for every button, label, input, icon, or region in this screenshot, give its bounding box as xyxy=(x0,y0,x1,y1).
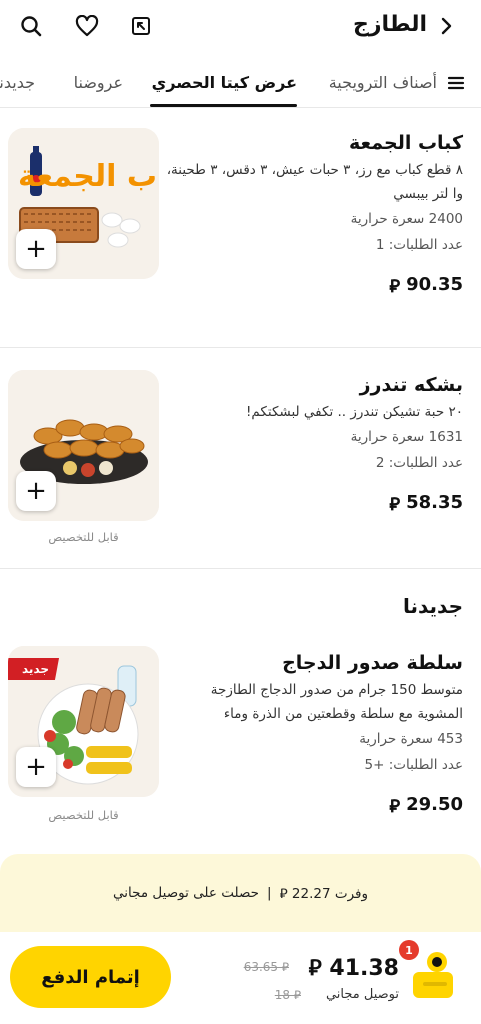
active-tab-indicator xyxy=(150,104,297,107)
item-price: 58.35 ⃁ xyxy=(389,492,463,515)
item-name: كباب الجمعة xyxy=(349,132,463,154)
checkout-bar: إتمام الدفع 41.38 ⃁ 63.65 ⃁ توصيل مجاني … xyxy=(0,932,481,1024)
menu-item[interactable]: سلطة صدور الدجاج متوسط 150 جرام من صدور … xyxy=(0,646,481,846)
customizable-label: قابل للتخصيص xyxy=(48,530,119,544)
tab-new[interactable]: جديدنا xyxy=(0,73,35,92)
divider xyxy=(0,347,481,348)
riyal-icon: ⃁ xyxy=(389,796,401,817)
tab-keeta-exclusive[interactable]: عرض كيتا الحصري xyxy=(152,73,297,92)
item-calories: 453 سعرة حرارية xyxy=(359,731,463,747)
item-description: ٢٠ حبة تشيكن تندرز .. تكفي لبشكتكم! xyxy=(246,404,463,420)
menu-item[interactable]: كباب الجمعة ٨ قطع كباب مع رز، ٣ حبات عيش… xyxy=(0,126,481,348)
add-to-cart-button[interactable]: + xyxy=(16,229,56,269)
riyal-icon: ⃁ xyxy=(389,276,401,297)
menu-icon[interactable] xyxy=(445,72,467,94)
item-price: 29.50 ⃁ xyxy=(389,794,463,817)
item-calories: 2400 سعرة حرارية xyxy=(350,211,463,227)
divider xyxy=(0,568,481,569)
original-total: 63.65 ⃁ xyxy=(243,960,289,974)
add-to-cart-button[interactable]: + xyxy=(16,747,56,787)
search-icon[interactable] xyxy=(16,11,46,41)
delivery-label: توصيل مجاني xyxy=(325,987,399,1002)
item-image[interactable]: كباب الجمعة + xyxy=(8,128,159,279)
checkout-button[interactable]: إتمام الدفع xyxy=(10,946,171,1008)
free-delivery-text: حصلت على توصيل مجاني xyxy=(113,885,260,901)
item-description: متوسط 150 جرام من صدور الدجاج الطازجة ال… xyxy=(210,682,463,722)
item-orders: عدد الطلبات: 1 xyxy=(375,237,463,253)
page-title: الطازج xyxy=(352,12,427,37)
category-tabs: أصناف الترويجية عرض كيتا الحصري عروضنا ج… xyxy=(0,62,481,108)
cart-count-badge: 1 xyxy=(399,940,419,960)
section-title: جديدنا xyxy=(402,594,463,618)
savings-banner: وفرت 22.27 ⃁ | حصلت على توصيل مجاني xyxy=(0,854,481,932)
cart-total: 41.38 ⃁ xyxy=(308,956,399,981)
new-badge: جديد xyxy=(8,658,60,680)
item-price: 90.35 ⃁ xyxy=(389,274,463,297)
share-icon[interactable] xyxy=(126,11,156,41)
item-orders: عدد الطلبات: +5 xyxy=(364,757,464,773)
header: الطازج xyxy=(0,0,481,58)
item-name: سلطة صدور الدجاج xyxy=(282,652,463,674)
tab-offers[interactable]: عروضنا xyxy=(74,73,123,92)
add-to-cart-button[interactable]: + xyxy=(16,471,56,511)
savings-separator: | xyxy=(267,885,272,901)
original-delivery-fee: 18 ⃁ xyxy=(274,988,301,1002)
customizable-label: قابل للتخصيص xyxy=(48,808,119,822)
item-description: ٨ قطع كباب مع رز، ٣ حبات عيش، ٣ دقس، ٣ ط… xyxy=(166,162,463,202)
item-image[interactable]: + xyxy=(8,370,159,521)
item-name: بشكه تندرز xyxy=(359,374,463,396)
riyal-icon: ⃁ xyxy=(389,494,401,515)
menu-item[interactable]: بشكه تندرز ٢٠ حبة تشيكن تندرز .. تكفي لب… xyxy=(0,368,481,568)
image-brand-text: كباب الجمعة xyxy=(18,159,159,194)
heart-icon[interactable] xyxy=(72,11,102,41)
savings-amount: وفرت 22.27 ⃁ xyxy=(279,886,368,902)
item-orders: عدد الطلبات: 2 xyxy=(375,455,463,471)
back-arrow-icon[interactable] xyxy=(431,11,461,41)
item-image[interactable]: جديد + xyxy=(8,646,159,797)
tab-promotional[interactable]: أصناف الترويجية xyxy=(329,73,437,92)
item-calories: 1631 سعرة حرارية xyxy=(350,429,463,445)
